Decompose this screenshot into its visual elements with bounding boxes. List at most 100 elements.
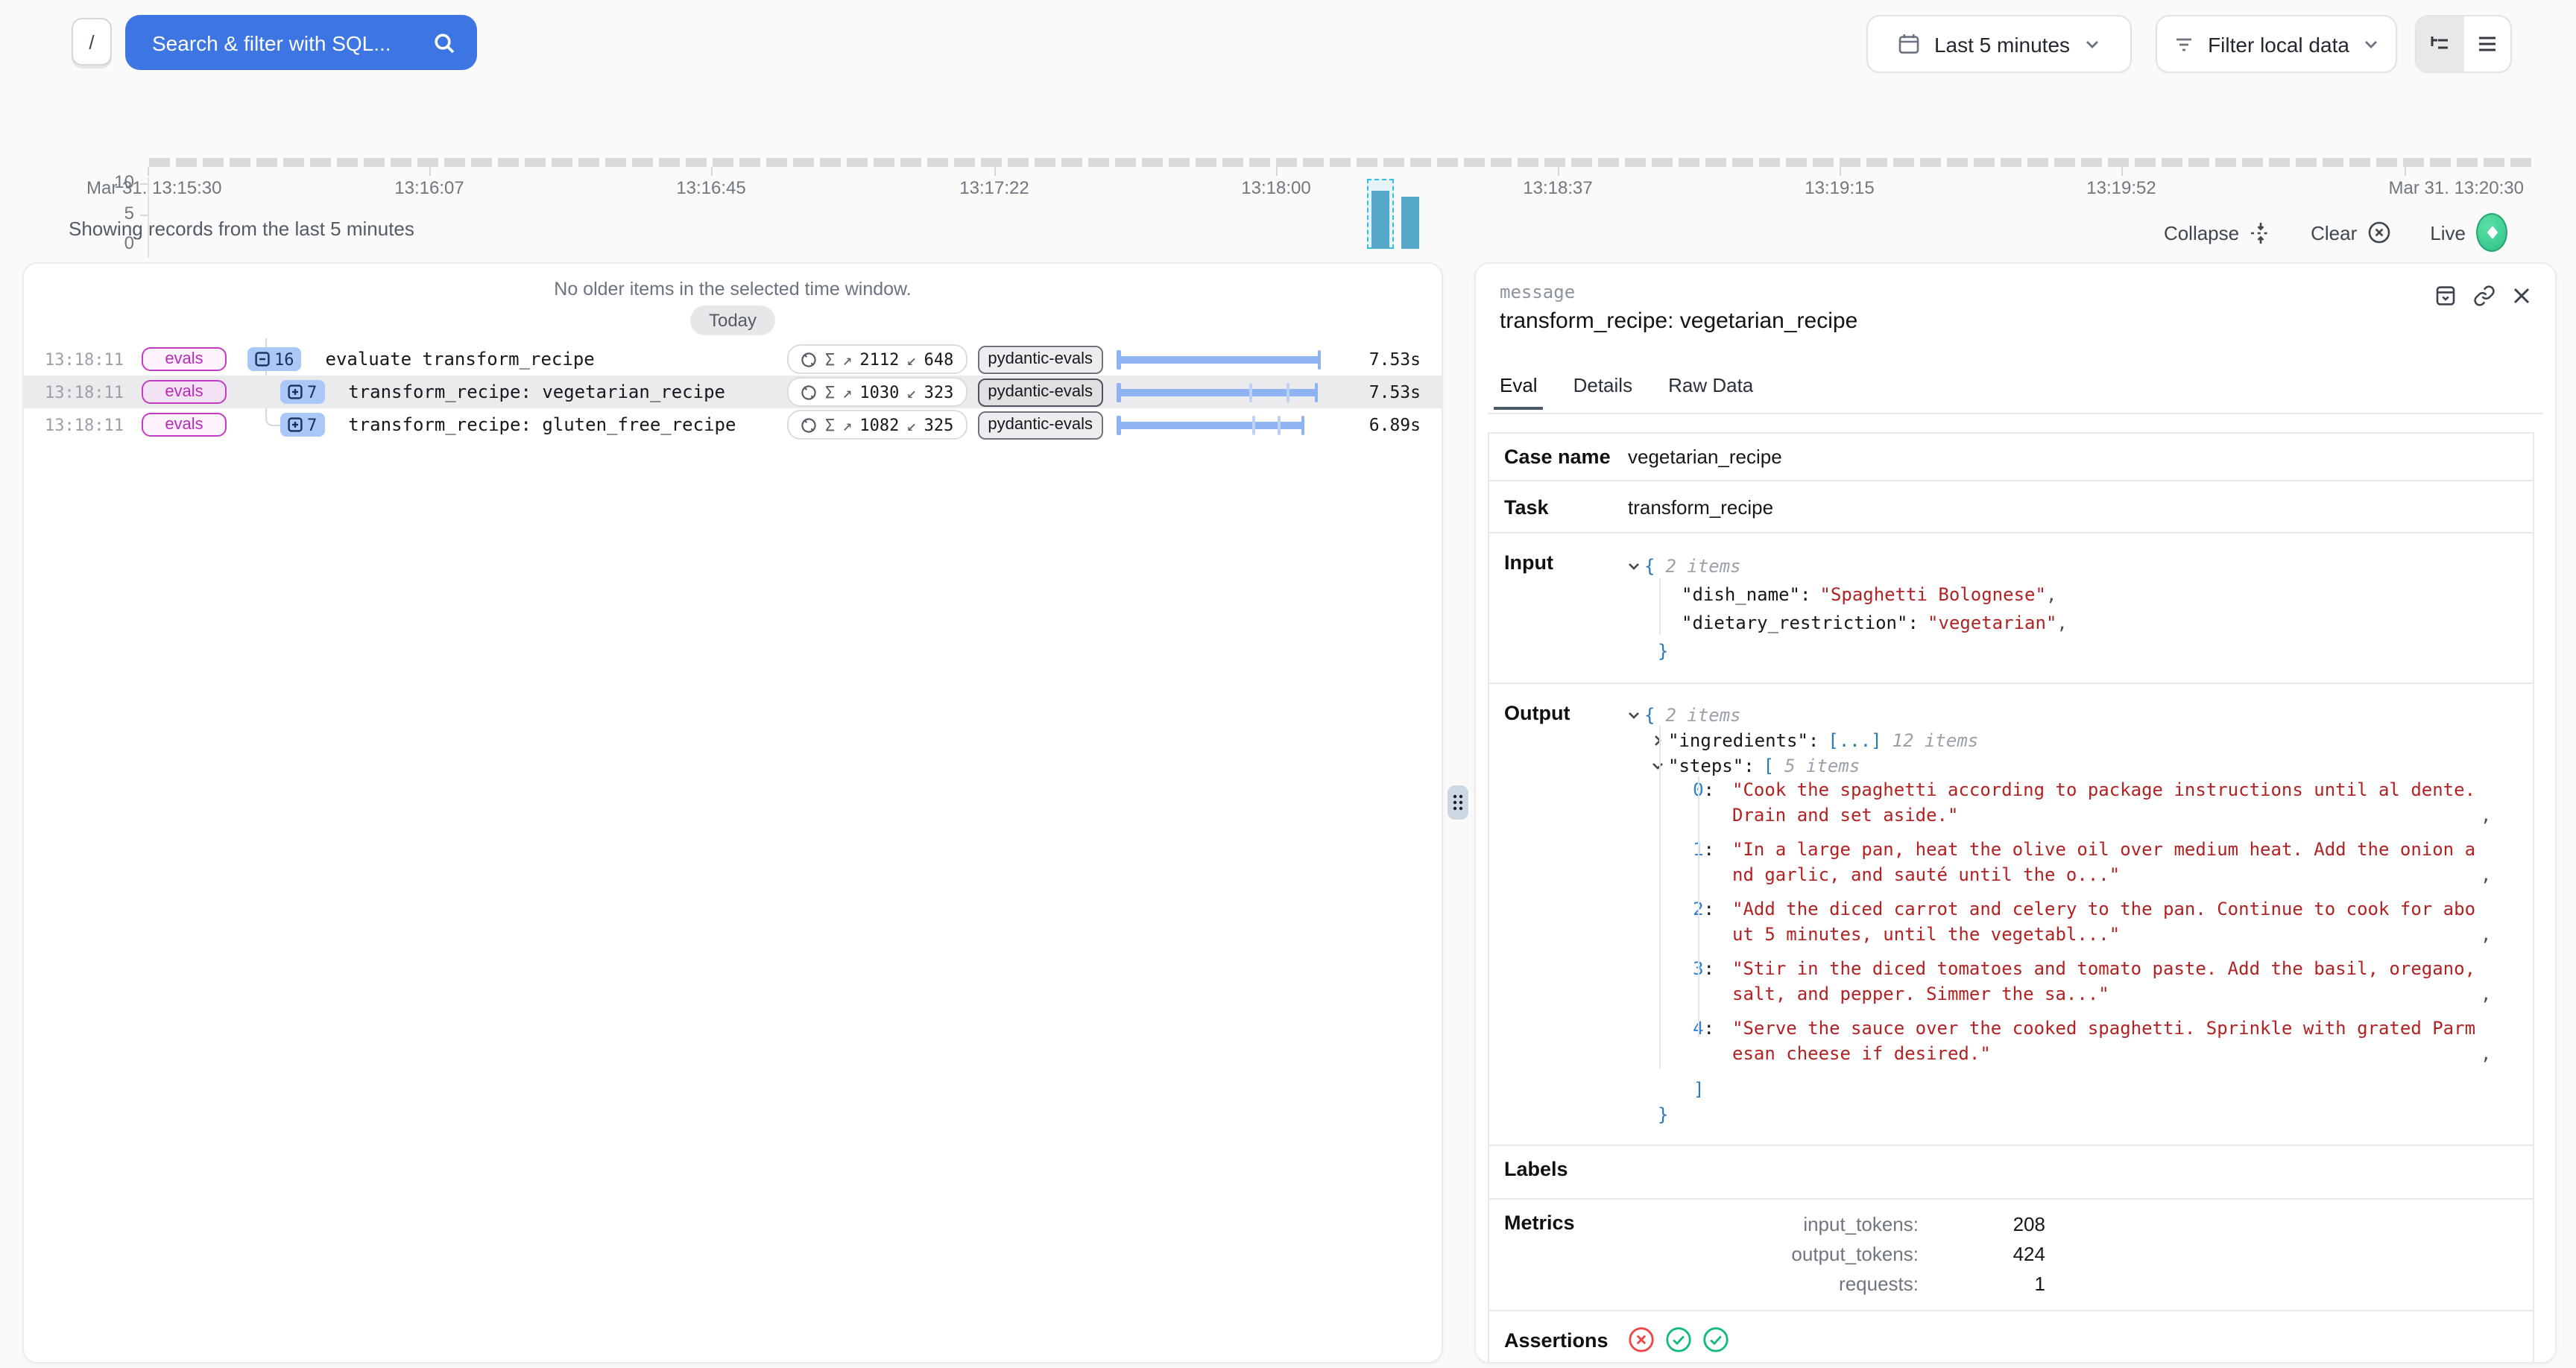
labels-row: Labels: [1489, 1146, 2533, 1200]
step-string-value: In a large pan, heat the olive oil over …: [1732, 837, 2481, 888]
metrics-list: input_tokens: 208 output_tokens: 424 req…: [1628, 1200, 2045, 1310]
input-tokens-arrow-icon: ↗: [842, 382, 852, 402]
live-indicator-icon: [2476, 213, 2507, 252]
span-count: 7: [307, 415, 317, 434]
metric-line: input_tokens: 208: [1628, 1210, 2045, 1240]
tab-details[interactable]: Details: [1573, 374, 1633, 410]
clear-button[interactable]: Clear: [2311, 221, 2391, 244]
colon: :: [1908, 612, 1919, 633]
x-axis-label: 13:16:45: [607, 177, 815, 198]
close-icon[interactable]: [2512, 286, 2531, 305]
chevron-down-icon[interactable]: [1652, 759, 1664, 771]
filter-local-data-dropdown[interactable]: Filter local data: [2156, 15, 2397, 73]
output-json-tree[interactable]: { 2 items ingredients: [...] 12 items: [1628, 684, 2500, 1144]
token-usage-badge: Σ ↗1082 ↙325: [788, 410, 967, 440]
step-string-value: Stir in the diced tomatoes and tomato pa…: [1732, 957, 2481, 1007]
step-string-value: Cook the spaghetti according to package …: [1732, 778, 2481, 829]
scope-badge[interactable]: evals: [142, 380, 227, 404]
trace-row-parent[interactable]: 13:18:11 evals 16 evaluate transform_rec…: [24, 343, 1442, 376]
input-json-tree[interactable]: { 2 items dish_name: Spaghetti Bolognese…: [1628, 533, 2068, 683]
collapse-icon: [2250, 221, 2272, 244]
x-axis-label: 13:19:15: [1735, 177, 1944, 198]
metrics-label: Metrics: [1489, 1200, 1628, 1310]
no-older-items-notice: No older items in the selected time wind…: [24, 279, 1442, 300]
x-axis-label: 13:18:00: [1172, 177, 1380, 198]
collapse-button-label: Collapse: [2164, 221, 2239, 244]
input-label: Input: [1489, 533, 1628, 683]
input-tokens-count: 2112: [859, 349, 899, 369]
collapse-button[interactable]: Collapse: [2164, 221, 2272, 244]
step-item: 3: Stir in the diced tomatoes and tomato…: [1628, 957, 2500, 1007]
x-axis-tickmark: [711, 167, 713, 176]
span-count: 7: [307, 382, 317, 402]
x-axis-label: 13:18:37: [1453, 177, 1662, 198]
tree-view-icon: [2429, 33, 2452, 55]
time-range-dropdown[interactable]: Last 5 minutes: [1866, 15, 2132, 73]
chevron-right-icon[interactable]: [1652, 734, 1664, 746]
x-axis-tickmark: [994, 167, 996, 176]
tab-raw-data[interactable]: Raw Data: [1668, 374, 1753, 410]
expand-box-icon: [288, 417, 303, 432]
filter-icon: [2174, 34, 2194, 54]
copy-link-icon[interactable]: [2473, 285, 2496, 307]
assertion-pass-icon[interactable]: [1665, 1326, 1692, 1353]
comma: ,: [2481, 803, 2500, 829]
today-chip[interactable]: Today: [691, 305, 774, 335]
scope-tag[interactable]: pydantic-evals: [977, 411, 1103, 439]
output-row: Output { 2 items i: [1489, 684, 2533, 1146]
list-view-icon: [2476, 33, 2498, 55]
json-key: dish_name: [1682, 583, 1800, 604]
metric-value: 208: [1919, 1210, 2045, 1240]
span-count-badge[interactable]: 7: [280, 380, 324, 404]
trace-row-selected[interactable]: 13:18:11 evals 7 transform_recipe: veget…: [24, 376, 1442, 408]
coin-icon: [801, 384, 818, 400]
ingredients-collapsed-entry[interactable]: ingredients: [...] 12 items: [1628, 727, 2500, 753]
x-axis-label: Mar 31. 13:20:30: [2270, 177, 2524, 198]
save-view-icon[interactable]: [2434, 285, 2457, 307]
list-view-toggle[interactable]: [2463, 16, 2510, 72]
steps-entry[interactable]: steps: [ 5 items: [1628, 753, 2500, 778]
live-toggle[interactable]: Live: [2430, 213, 2507, 252]
json-string-value: vegetarian: [1928, 612, 2056, 633]
scope-tag[interactable]: pydantic-evals: [977, 345, 1103, 373]
row-duration: 7.53s: [1331, 381, 1421, 402]
live-toggle-label: Live: [2430, 221, 2466, 244]
row-timestamp: 13:18:11: [45, 415, 119, 434]
step-item: 4: Serve the sauce over the cooked spagh…: [1628, 1016, 2500, 1067]
trace-row[interactable]: 13:18:11 evals 7 transform_recipe: glute…: [24, 408, 1442, 441]
timeline-chart[interactable]: 10 5 0 Mar 31. 13:15:30 13:16:07 13:16:4…: [0, 82, 2576, 204]
task-row: Task transform_recipe: [1489, 481, 2533, 533]
comma: ,: [2481, 1042, 2500, 1067]
open-brace: {: [1644, 704, 1655, 725]
assertion-fail-icon[interactable]: [1628, 1326, 1655, 1353]
tab-eval[interactable]: Eval: [1500, 374, 1538, 410]
panel-resize-handle[interactable]: [1448, 785, 1468, 820]
comma: ,: [2481, 922, 2500, 948]
filter-label: Filter local data: [2208, 32, 2349, 56]
scope-badge[interactable]: evals: [142, 413, 227, 437]
scope-tag[interactable]: pydantic-evals: [977, 378, 1103, 406]
metrics-row: Metrics input_tokens: 208 output_tokens:…: [1489, 1200, 2533, 1311]
step-item: 1: In a large pan, heat the olive oil ov…: [1628, 837, 2500, 888]
metric-name: requests:: [1628, 1270, 1919, 1299]
chevron-down-icon: [2083, 36, 2100, 52]
chevron-down-icon[interactable]: [1628, 560, 1640, 571]
comma: ,: [2056, 612, 2067, 633]
expand-box-icon: [288, 384, 303, 399]
tree-view-toggle[interactable]: [2416, 16, 2463, 72]
chevron-down-icon[interactable]: [1628, 709, 1640, 721]
span-count-badge[interactable]: 7: [280, 413, 324, 437]
span-count-badge[interactable]: 16: [247, 347, 302, 371]
case-name-value: vegetarian_recipe: [1628, 434, 1782, 480]
labels-label: Labels: [1489, 1146, 1628, 1198]
search-button[interactable]: Search & filter with SQL...: [125, 15, 477, 70]
step-string-value: Serve the sauce over the cooked spaghett…: [1732, 1016, 2481, 1067]
assertion-pass-icon[interactable]: [1702, 1326, 1729, 1353]
panel-title: transform_recipe: vegetarian_recipe: [1500, 308, 1857, 334]
metric-name: input_tokens:: [1628, 1210, 1919, 1240]
json-key: dietary_restriction: [1682, 612, 1908, 633]
scope-badge[interactable]: evals: [142, 347, 227, 371]
step-item: 2: Add the diced carrot and celery to th…: [1628, 897, 2500, 948]
sum-icon: Σ: [825, 349, 835, 369]
output-tokens-arrow-icon: ↙: [906, 382, 916, 402]
